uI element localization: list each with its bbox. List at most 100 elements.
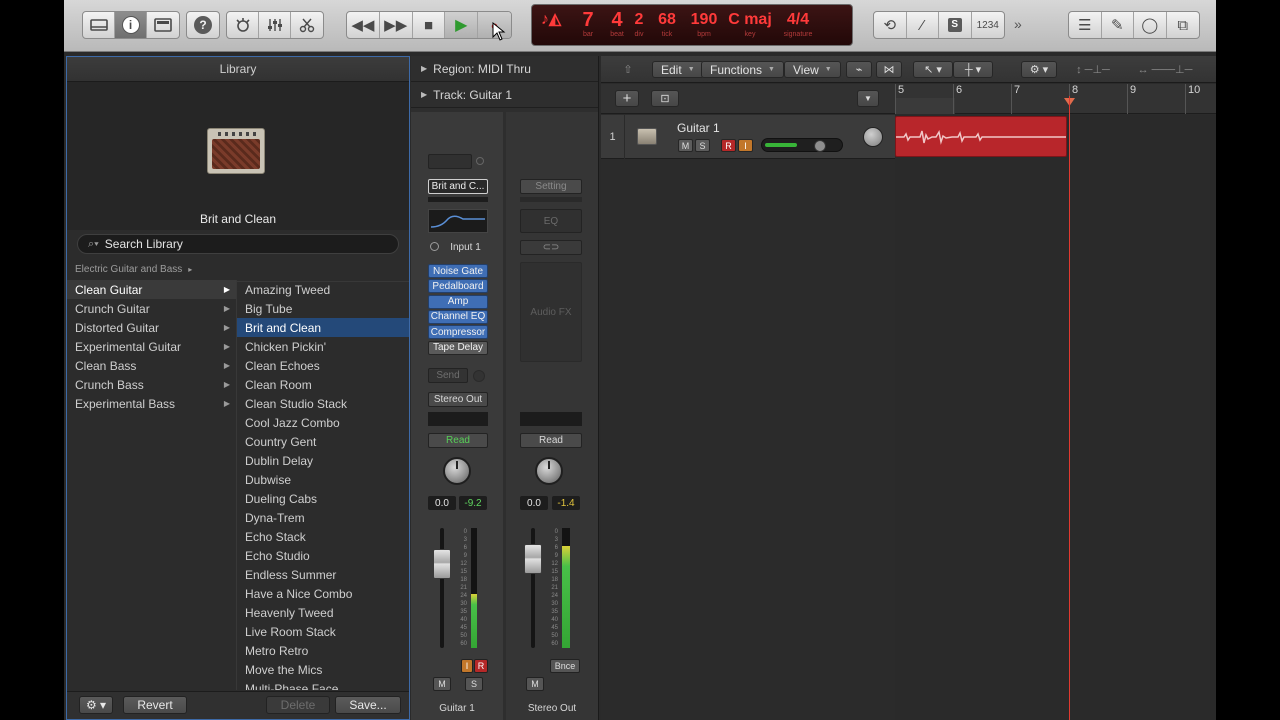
- bounce-button[interactable]: Bnce: [550, 659, 580, 673]
- patch-item[interactable]: Dueling Cabs: [237, 489, 409, 508]
- loop-browser-button[interactable]: ◯: [1134, 12, 1167, 38]
- library-search-field[interactable]: ⌕▾ Search Library: [77, 234, 399, 254]
- track-stack-button[interactable]: ⊡: [651, 90, 679, 107]
- setting-button-out[interactable]: Setting: [520, 179, 582, 194]
- track-header-menu[interactable]: ▼: [857, 90, 879, 107]
- patch-item[interactable]: Clean Studio Stack: [237, 394, 409, 413]
- plugin-slot[interactable]: Tape Delay: [428, 340, 488, 355]
- patch-item[interactable]: Clean Room: [237, 375, 409, 394]
- patch-item[interactable]: Live Room Stack: [237, 622, 409, 641]
- inspector-button[interactable]: i: [115, 12, 147, 38]
- stop-button[interactable]: ■: [413, 12, 446, 38]
- plugin-slot[interactable]: Compressor: [428, 325, 488, 340]
- lcd-signature[interactable]: 4/4 signature: [776, 5, 820, 38]
- patch-item[interactable]: Echo Stack: [237, 527, 409, 546]
- edit-menu[interactable]: Edit ▼: [652, 61, 704, 78]
- link-icon[interactable]: [476, 157, 484, 165]
- list-editors-button[interactable]: ☰: [1069, 12, 1102, 38]
- settings-menu[interactable]: ⚙ ▾: [1021, 61, 1057, 78]
- category-item[interactable]: Distorted Guitar ▶: [67, 318, 236, 337]
- patch-item[interactable]: Country Gent: [237, 432, 409, 451]
- catch-button[interactable]: ⌁: [846, 61, 872, 78]
- pan-knob[interactable]: [443, 457, 471, 485]
- volume-fader[interactable]: [433, 549, 451, 579]
- view-menu[interactable]: View ▼: [784, 61, 841, 78]
- forward-button[interactable]: ▶▶: [380, 12, 413, 38]
- smart-controls-button[interactable]: [227, 12, 259, 38]
- lcd-bar[interactable]: 7 bar: [570, 5, 606, 38]
- stereo-link-button[interactable]: ⊂⊃: [520, 240, 582, 255]
- patch-item[interactable]: Have a Nice Combo: [237, 584, 409, 603]
- lcd-beat[interactable]: 4 beat: [606, 5, 628, 38]
- mute-button-out[interactable]: M: [526, 677, 544, 691]
- pointer-tool-menu[interactable]: ↖ ▾: [913, 61, 953, 78]
- track-pan-knob[interactable]: [863, 127, 883, 147]
- editors-button[interactable]: [291, 12, 323, 38]
- library-button[interactable]: [83, 12, 115, 38]
- up-arrow-button[interactable]: ⇧: [615, 61, 641, 78]
- balance-knob[interactable]: [535, 457, 563, 485]
- mute-button[interactable]: M: [433, 677, 451, 691]
- count-in-button[interactable]: 1234: [972, 12, 1004, 38]
- vertical-zoom-slider[interactable]: ↕ ─⊥─: [1065, 61, 1121, 78]
- solo-mode-button[interactable]: S: [939, 12, 972, 38]
- patch-item[interactable]: Dublin Delay: [237, 451, 409, 470]
- plugin-slot[interactable]: Amp: [428, 294, 488, 309]
- automation-mode-out[interactable]: Read: [520, 433, 582, 448]
- patch-item[interactable]: Echo Studio: [237, 546, 409, 565]
- group-slot-out[interactable]: [520, 412, 582, 426]
- category-item[interactable]: Clean Bass ▶: [67, 356, 236, 375]
- patch-item[interactable]: Chicken Pickin': [237, 337, 409, 356]
- revert-button[interactable]: Revert: [123, 696, 187, 714]
- category-item[interactable]: Experimental Bass ▶: [67, 394, 236, 413]
- patch-item[interactable]: Move the Mics: [237, 660, 409, 679]
- track-solo-button[interactable]: S: [695, 139, 710, 152]
- patch-item[interactable]: Clean Echoes: [237, 356, 409, 375]
- volume-value[interactable]: 0.0: [428, 496, 456, 510]
- audio-region[interactable]: [895, 116, 1067, 157]
- group-slot[interactable]: [428, 412, 488, 426]
- track-inspector-header[interactable]: ▶ Track: Guitar 1: [411, 82, 598, 108]
- delete-button[interactable]: Delete: [266, 696, 330, 714]
- patch-item[interactable]: Heavenly Tweed: [237, 603, 409, 622]
- track-mute-button[interactable]: M: [678, 139, 693, 152]
- peak-value[interactable]: -9.2: [459, 496, 487, 510]
- eq-thumbnail-placeholder[interactable]: [428, 154, 472, 169]
- patch-item[interactable]: Big Tube: [237, 299, 409, 318]
- track-name[interactable]: Guitar 1: [677, 121, 720, 135]
- patch-item[interactable]: Dubwise: [237, 470, 409, 489]
- patch-item[interactable]: Endless Summer: [237, 565, 409, 584]
- tracks-workspace[interactable]: [895, 115, 1216, 720]
- save-button[interactable]: Save...: [335, 696, 401, 714]
- peak-value-out[interactable]: -1.4: [552, 496, 580, 510]
- add-track-button[interactable]: +: [615, 90, 639, 107]
- send-slot[interactable]: Send: [428, 368, 468, 383]
- patch-item[interactable]: Amazing Tweed: [237, 280, 409, 299]
- library-breadcrumb[interactable]: Electric Guitar and Bass ▸: [67, 258, 409, 282]
- track-record-button[interactable]: R: [721, 139, 736, 152]
- track-volume-slider[interactable]: [761, 138, 843, 152]
- secondary-tool-menu[interactable]: ┼ ▾: [953, 61, 993, 78]
- patch-item[interactable]: Multi-Phase Face: [237, 679, 409, 691]
- action-menu-button[interactable]: ⚙ ▾: [79, 696, 113, 714]
- category-item[interactable]: Experimental Guitar ▶: [67, 337, 236, 356]
- patch-item[interactable]: Metro Retro: [237, 641, 409, 660]
- plugin-slot[interactable]: Channel EQ: [428, 309, 488, 324]
- timeline-ruler[interactable]: 5 6 7 8 9 10: [895, 84, 1216, 114]
- track-header-guitar[interactable]: 1 Guitar 1 M S R I: [601, 115, 895, 159]
- solo-button[interactable]: S: [465, 677, 483, 691]
- browser-button[interactable]: ⧉: [1167, 12, 1199, 38]
- plugin-slot[interactable]: Pedalboard: [428, 279, 488, 294]
- cycle-area[interactable]: [895, 98, 955, 114]
- horizontal-zoom-slider[interactable]: ↔ ───⊥─: [1127, 61, 1203, 78]
- overflow-chevron-icon[interactable]: »: [1014, 16, 1022, 32]
- functions-menu[interactable]: Functions ▼: [701, 61, 784, 78]
- category-item[interactable]: Clean Guitar ▶: [67, 280, 236, 299]
- automation-mode-button[interactable]: Read: [428, 433, 488, 448]
- input-monitor-button[interactable]: I: [461, 659, 473, 673]
- cycle-button[interactable]: ⟲: [874, 12, 907, 38]
- patch-item[interactable]: Dyna-Trem: [237, 508, 409, 527]
- input-format-icon[interactable]: [430, 242, 439, 251]
- notepad-button[interactable]: ✎: [1102, 12, 1134, 38]
- eq-display[interactable]: [428, 209, 488, 233]
